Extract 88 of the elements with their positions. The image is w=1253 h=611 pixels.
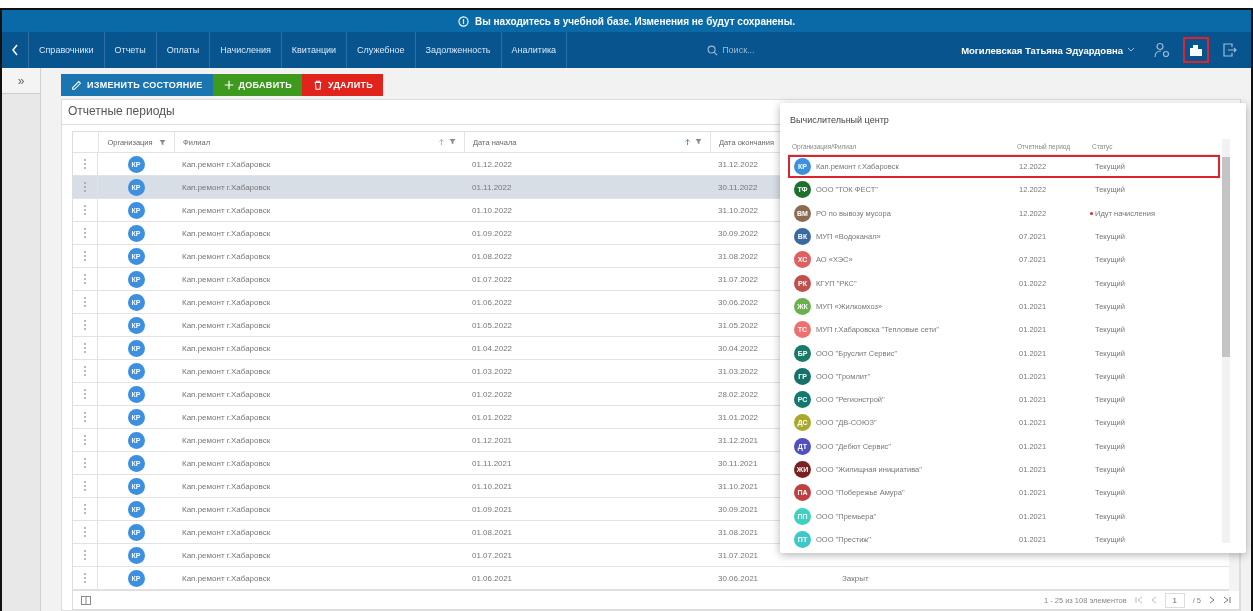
table-cell-text: Кап.ремонт г.Хабаровск — [181, 389, 272, 399]
table-cell-text: Кап.ремонт г.Хабаровск — [181, 527, 272, 537]
sidebar-toggle[interactable]: » — [2, 68, 40, 94]
table-cell-text: 30.11.2021 — [717, 458, 759, 468]
table-cell-text: 01.07.2021 — [471, 550, 514, 560]
table-cell-text: 01.02.2022 — [471, 389, 514, 399]
table-cell-text: 30.06.2022 — [717, 297, 760, 307]
table-cell-text: 31.12.2021 — [717, 435, 760, 445]
previous-page-icon[interactable] — [1150, 596, 1157, 604]
table-cell-text: 30.06.2021 — [717, 573, 760, 583]
building-icon — [1189, 43, 1203, 58]
plus-icon — [222, 79, 235, 91]
last-page-icon[interactable] — [1223, 596, 1231, 604]
table-cell-text: Кап.ремонт г.Хабаровск — [181, 458, 272, 468]
table-cell-text: Кап.ремонт г.Хабаровск — [181, 435, 272, 445]
table-cell-text: 01.08.2022 — [471, 251, 514, 261]
search-icon — [707, 44, 719, 56]
table-cell-text: Кап.ремонт г.Хабаровск — [181, 228, 272, 238]
table-cell-text: Кап.ремонт г.Хабаровск — [181, 504, 272, 514]
table-cell-text: 01.09.2022 — [471, 228, 514, 238]
table-cell-text: 31.10.2022 — [717, 205, 760, 215]
table-cell-text: Кап.ремонт г.Хабаровск — [181, 481, 272, 491]
table-cell-text: Кап.ремонт г.Хабаровск — [181, 550, 272, 560]
info-icon — [458, 15, 469, 27]
table-cell-text: 01.03.2022 — [471, 366, 514, 376]
table-cell-text: Кап.ремонт г.Хабаровск — [181, 205, 272, 215]
sort-arrow-icon[interactable] — [684, 138, 691, 146]
organization-button[interactable] — [1183, 37, 1209, 64]
table-cell-text: 01.12.2022 — [471, 159, 514, 169]
columns-icon[interactable] — [81, 595, 91, 605]
table-cell-text: Закрыт — [841, 573, 870, 583]
table-cell-text: 01.09.2021 — [471, 504, 514, 514]
search-field[interactable]: Поиск... — [722, 45, 843, 56]
table-cell-text: 31.01.2022 — [717, 412, 760, 422]
add-button[interactable]: ДОБАВИТЬ — [212, 74, 302, 96]
table-cell-text: Кап.ремонт г.Хабаровск — [181, 573, 272, 583]
table-cell-text: 01.07.2022 — [471, 274, 514, 284]
next-page-icon[interactable] — [1209, 596, 1215, 604]
table-cell-text: Кап.ремонт г.Хабаровск — [181, 343, 272, 353]
table-cell-text: 01.10.2022 — [471, 205, 514, 215]
pencil-icon — [71, 79, 83, 91]
table-cell-text: 01.08.2021 — [471, 527, 514, 537]
filter-icon[interactable] — [695, 138, 702, 145]
table-cell-text: Кап.ремонт г.Хабаровск — [181, 159, 272, 169]
table-cell-text: 31.10.2021 — [717, 481, 760, 491]
table-cell-text: Кап.ремонт г.Хабаровск — [181, 274, 272, 284]
caret-icon — [1127, 47, 1135, 54]
popup-title: Вычислительный центр — [789, 114, 890, 127]
table-cell-text: 30.09.2022 — [717, 228, 760, 238]
table-cell-text: Кап.ремонт г.Хабаровск — [181, 297, 272, 307]
chevron-left-icon — [11, 44, 19, 57]
table-cell-text: 28.02.2022 — [717, 389, 760, 399]
filter-icon[interactable] — [449, 138, 456, 145]
table-cell-text: 01.04.2022 — [471, 343, 514, 353]
user-menu[interactable]: Могилевская Татьяна Эдуардовна — [961, 44, 1135, 56]
table-cell-text: Кап.ремонт г.Хабаровск — [181, 251, 272, 261]
table-cell-text: 30.09.2021 — [717, 504, 760, 514]
table-cell-text: Кап.ремонт г.Хабаровск — [181, 366, 272, 376]
edit-button[interactable]: ИЗМЕНИТЬ СОСТОЯНИЕ — [61, 74, 213, 96]
delete-button[interactable]: УДАЛИТЬ — [301, 74, 383, 96]
table-cell-text: Кап.ремонт г.Хабаровск — [181, 412, 272, 422]
first-page-icon[interactable] — [1134, 596, 1143, 604]
table-cell-text: 01.06.2021 — [471, 573, 514, 583]
table-cell-text: 01.11.2021 — [471, 458, 513, 468]
table-cell-text: 01.12.2021 — [471, 435, 514, 445]
table-cell-text: 31.08.2022 — [717, 251, 760, 261]
scrollbar-thumb[interactable] — [1222, 157, 1230, 357]
table-cell-text: 01.10.2021 — [471, 481, 514, 491]
table-cell-text: 31.05.2022 — [717, 320, 760, 330]
banner-text: Вы находитесь в учебной базе. Изменения не будут сохранены. — [475, 15, 795, 27]
person-gear-icon — [1154, 42, 1170, 59]
table-cell-text: Кап.ремонт г.Хабаровск — [181, 320, 272, 330]
filter-icon[interactable] — [158, 138, 166, 146]
table-cell-text: 31.08.2021 — [717, 527, 760, 537]
table-cell-text: Кап.ремонт г.Хабаровск — [181, 182, 272, 192]
table-cell-text: 31.07.2022 — [717, 274, 760, 284]
table-cell-text: 01.11.2022 — [471, 182, 513, 192]
table-cell-text: 30.11.2022 — [717, 182, 759, 192]
table-cell-text: 01.06.2022 — [471, 297, 514, 307]
table-cell-text: 30.04.2022 — [717, 343, 760, 353]
table-cell-text: 01.05.2022 — [471, 320, 514, 330]
table-cell-text: 31.03.2022 — [717, 366, 760, 376]
table-cell-text: 01.01.2022 — [471, 412, 514, 422]
table-cell-text: 31.12.2022 — [717, 159, 760, 169]
page-field[interactable]: 1 — [1164, 592, 1185, 608]
logout-icon — [1223, 43, 1237, 58]
table-cell-text: 31.07.2021 — [717, 550, 760, 560]
sort-arrow-icon[interactable] — [438, 138, 445, 146]
